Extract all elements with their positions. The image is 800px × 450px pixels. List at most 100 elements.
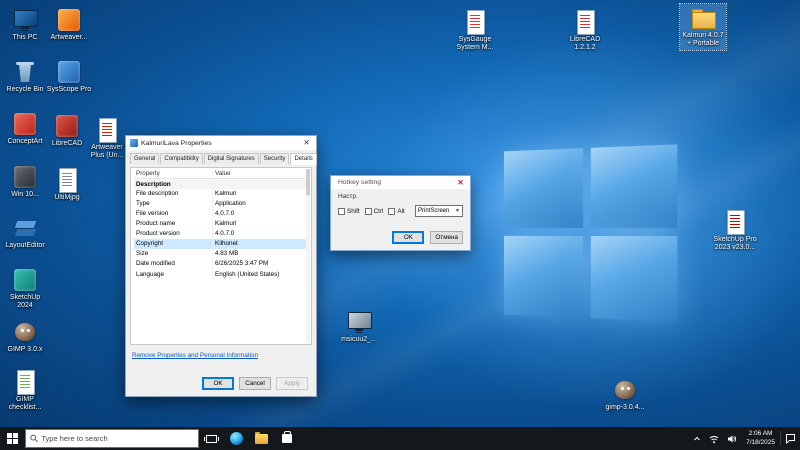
remove-properties-link[interactable]: Remove Properties and Personal Informati… [132,352,258,359]
hotkey-dialog: Hotkey setting ✕ Настр. Shift Ctrl Alt P… [330,175,471,251]
task-view-button[interactable] [199,427,224,450]
desktop-icon-recycle-bin[interactable]: Recycle Bin [2,58,48,95]
file-explorer-button[interactable] [249,427,274,450]
checkbox-box[interactable] [388,208,395,215]
action-center-button[interactable] [781,427,800,450]
icon-label: SketchUp 2024 [2,294,48,311]
desktop-icon-sketchup-2024[interactable]: SketchUp 2024 [2,266,48,312]
detail-row[interactable]: Product version 4.0.7.0 [134,229,308,239]
detail-row[interactable]: Product name Kalmuri [134,219,308,229]
details-scrollbar[interactable] [306,169,310,343]
tab-details[interactable]: Details [290,153,316,165]
windows-start-icon [7,433,18,444]
tab-general[interactable]: General [130,153,159,164]
desktop-icon-gimp-installer[interactable]: gimp-3.0.4... [602,376,648,413]
hotkey-section-label: Настр. [338,193,358,200]
windows-logo [504,144,677,321]
artweaver-plus-icon [94,117,120,143]
desktop-icon-ultimjpg[interactable]: UltiMjpg [44,166,90,203]
desktop-icon-msicuu2[interactable]: msicuu2_... [336,308,382,345]
volume-tray-button[interactable] [723,427,741,450]
ultimjpg-icon [54,167,80,193]
tab-security[interactable]: Security [260,153,290,164]
store-icon [282,434,292,443]
wifi-icon [709,434,719,444]
speaker-icon [727,434,737,444]
detail-row[interactable]: Date modified 6/26/2025 3:47 PM [134,259,308,269]
sketchup-2024-icon [12,267,38,293]
edge-icon [230,432,243,445]
detail-row[interactable]: File description Kalmuri [134,189,308,199]
desktop: This PC Artweaver... Recycle Bin SysScop… [0,0,800,427]
icon-label: ConceptArt [2,138,48,146]
search-input[interactable] [41,434,194,443]
desktop-icon-win10[interactable]: Win 10... [2,163,48,200]
hotkey-buttons: OK Отмена [392,231,463,244]
checkbox-alt[interactable]: Alt [388,208,404,215]
properties-titlebar[interactable]: KalmuriLava Properties ✕ [126,136,316,150]
desktop-icon-conceptart[interactable]: ConceptArt [2,110,48,147]
hotkey-cancel-button[interactable]: Отмена [430,231,463,244]
desktop-icon-gimp-checklist[interactable]: GIMP checklist... [2,368,48,414]
clock-date: 7/18/2025 [746,439,775,447]
icon-label: SysScope Pro [46,86,92,94]
tab-compatibility[interactable]: Compatibility [160,153,202,164]
desktop-icon-artweaver[interactable]: Artweaver... [46,6,92,43]
details-column-headers: Property Value [134,170,308,179]
librecad-icon [54,113,80,139]
hotkey-ok-button[interactable]: OK [392,231,424,244]
icon-label: SysGauge System M... [452,36,498,53]
detail-row-selected[interactable]: Copyright Kilhonet [134,239,308,249]
icon-label: gimp-3.0.4... [602,404,648,412]
search-icon [30,434,38,443]
checkbox-shift[interactable]: Shift [338,208,360,215]
detail-row[interactable]: Type Application [134,199,308,209]
store-button[interactable] [274,427,299,450]
gimp-icon [12,319,38,345]
desktop-icon-gimp[interactable]: GIMP 3.0.x [2,318,48,355]
icon-label: LayoutEditor [2,242,48,250]
column-property: Property [134,170,212,177]
checkbox-box[interactable] [365,208,372,215]
desktop-icon-sysscope-pro[interactable]: SysScope Pro [46,58,92,95]
checkbox-ctrl[interactable]: Ctrl [365,208,384,215]
detail-row[interactable]: Language English (United States) [134,270,308,280]
desktop-icon-this-pc[interactable]: This PC [2,6,48,43]
taskbar-search[interactable] [25,429,199,448]
close-icon[interactable]: ✕ [299,136,314,150]
desktop-icon-kalmuri-folder[interactable]: Kalmuri 4.0.7 + Portable [680,4,726,50]
taskbar-clock[interactable]: 2:06 AM 7/18/2025 [741,430,780,447]
this-pc-icon [12,7,38,33]
gimp-checklist-icon [12,369,38,395]
hidden-icons-button[interactable] [689,427,705,450]
edge-taskbar-button[interactable] [224,427,249,450]
ok-button[interactable]: OK [202,377,234,390]
cancel-button[interactable]: Cancel [239,377,271,390]
start-button[interactable] [0,427,25,450]
icon-label: Kalmuri 4.0.7 + Portable [680,32,726,49]
desktop-icon-sysgauge[interactable]: SysGauge System M... [452,8,498,54]
desktop-icon-artweaver-plus[interactable]: Artweaver Plus (Un... [84,116,130,162]
desktop-icon-librecad-installer[interactable]: LibreCAD 1.2.1.2 [562,8,608,54]
icon-label: msicuu2_... [336,336,382,344]
group-description: Description [134,180,308,189]
hotkey-key-dropdown[interactable]: PrintScreen ▼ [415,205,463,217]
close-icon[interactable]: ✕ [453,176,468,190]
chevron-down-icon: ▼ [455,208,460,214]
win10-icon [12,164,38,190]
hotkey-titlebar[interactable]: Hotkey setting ✕ [331,176,470,189]
detail-row[interactable]: File version 4.0.7.0 [134,209,308,219]
checkbox-box[interactable] [338,208,345,215]
network-tray-button[interactable] [705,427,723,450]
detail-row[interactable]: Size 4.83 MB [134,249,308,259]
system-tray: 2:06 AM 7/18/2025 [689,427,800,450]
desktop-icon-sketchup-pro[interactable]: SketchUp Pro 2023 v23.0... [712,208,758,254]
conceptart-icon [12,111,38,137]
desktop-icon-layouteditor[interactable]: LayoutEditor [2,214,48,251]
tab-digital-signatures[interactable]: Digital Signatures [204,153,259,164]
properties-tabs: General Compatibility Digital Signatures… [130,153,317,164]
kalmuri-folder-icon [690,5,716,31]
sysgauge-icon [462,9,488,35]
details-panel: Property Value Description File descript… [130,167,312,345]
gimp-installer-icon [612,377,638,403]
